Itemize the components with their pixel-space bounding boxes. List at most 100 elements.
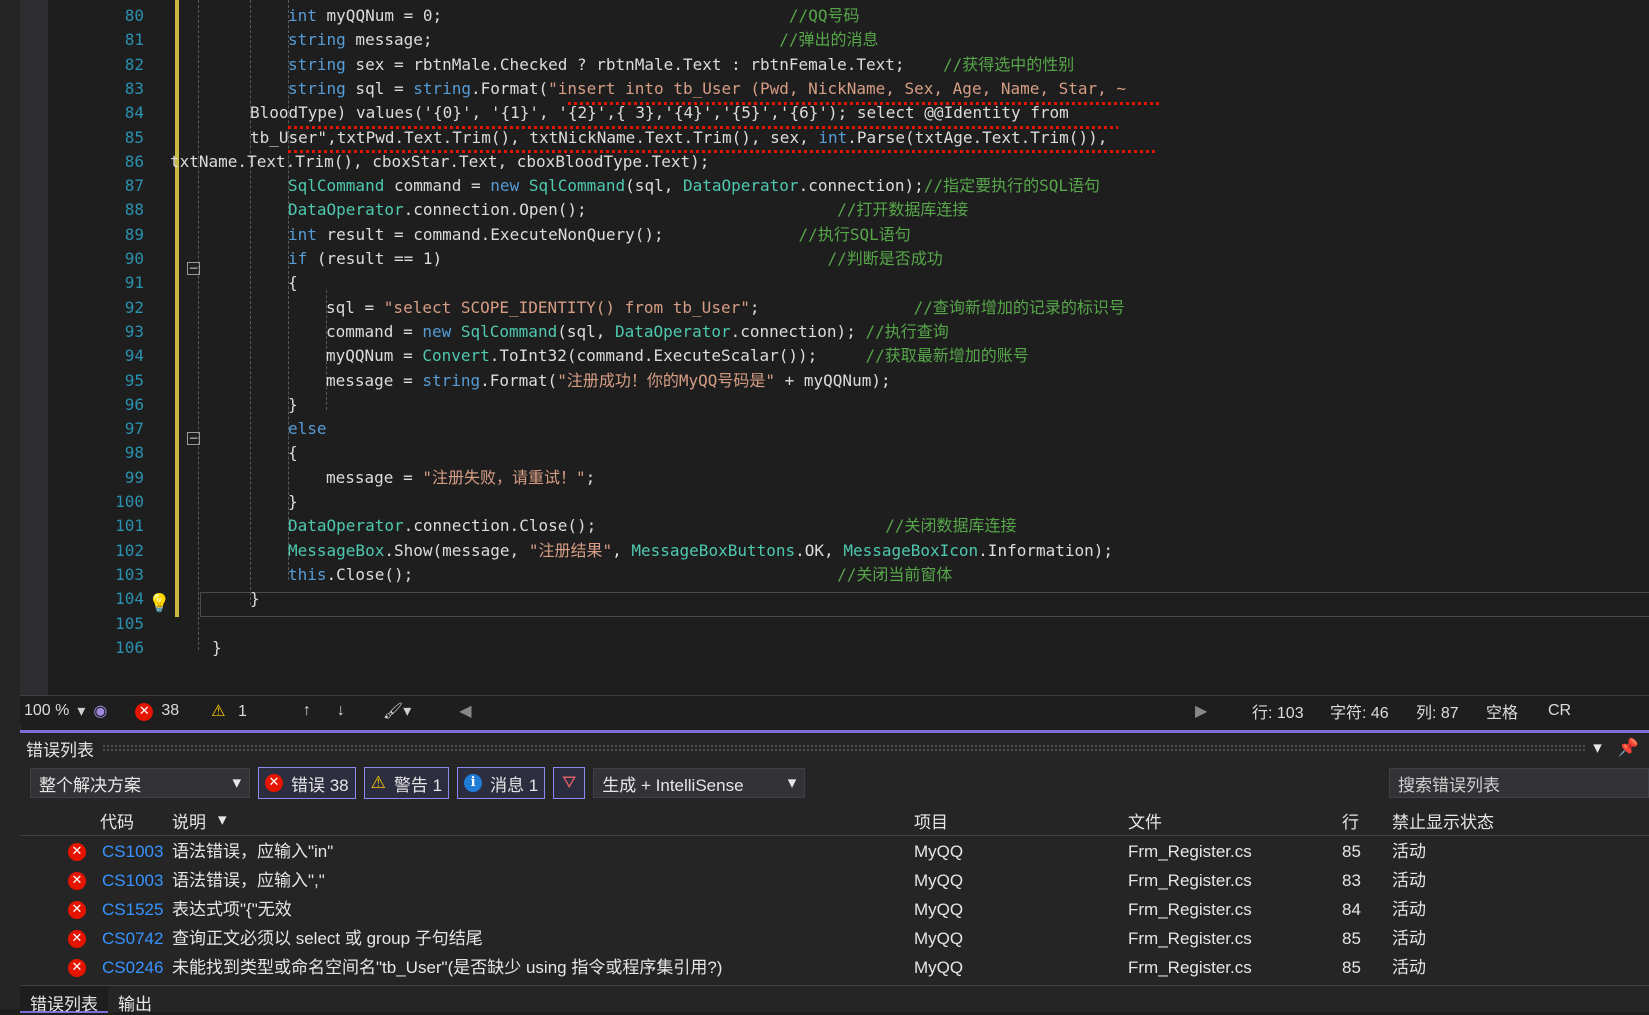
line-number: 103 bbox=[115, 564, 144, 584]
code-line[interactable]: 100} bbox=[20, 489, 1649, 515]
code-line[interactable]: 88 DataOperator.connection.Open(); //打开数据… bbox=[20, 197, 1649, 223]
error-icon: ✕ bbox=[68, 930, 86, 948]
code-text: myQQNum = Convert.ToInt32(command.Execut… bbox=[326, 346, 1029, 366]
line-number: 98 bbox=[124, 443, 144, 463]
code-text: } bbox=[212, 637, 222, 657]
code-line[interactable]: 93 command = new SqlCommand(sql, DataOper… bbox=[20, 319, 1649, 345]
pin-icon[interactable]: 📌 bbox=[1618, 738, 1639, 758]
code-text: int myQQNum = 0; //QQ号码 bbox=[288, 6, 860, 25]
sort-icon[interactable]: ▾ bbox=[218, 810, 227, 830]
line-number: 97 bbox=[124, 419, 144, 439]
line-indicator[interactable]: 行: 103 bbox=[1252, 699, 1304, 723]
table-row[interactable]: ✕ CS1003 语法错误，应输入"," MyQQ Frm_Register.cs 83 活… bbox=[20, 866, 1649, 895]
code-line[interactable]: 87 SqlCommand command = new SqlCommand(sq… bbox=[20, 173, 1649, 199]
zoom-dropdown-icon[interactable]: ▾ bbox=[77, 701, 85, 721]
table-row[interactable]: ✕ CS0246 未能找到类型或命名空间名"tb_User"(是否缺少 using … bbox=[20, 953, 1649, 982]
code-line[interactable]: 96} bbox=[20, 392, 1649, 418]
scroll-right-icon[interactable]: ▶ bbox=[1195, 701, 1207, 721]
col-project[interactable]: 项目 bbox=[914, 808, 948, 833]
cell-code[interactable]: CS1003 bbox=[102, 837, 163, 866]
cell-desc: 查询正文必须以 select 或 group 子句结尾 bbox=[172, 929, 483, 948]
search-input[interactable]: 搜索错误列表 bbox=[1389, 768, 1649, 798]
code-line[interactable]: 102 MessageBox.Show(message, "注册结果", Mess… bbox=[20, 538, 1649, 564]
info-icon: i bbox=[464, 774, 483, 792]
cell-code[interactable]: CS0742 bbox=[102, 924, 163, 953]
brush-icon[interactable]: 🖌▾ bbox=[383, 701, 411, 721]
cell-line: 83 bbox=[1342, 871, 1361, 890]
up-arrow-icon[interactable]: ↑ bbox=[303, 702, 311, 720]
cell-code[interactable]: CS0246 bbox=[102, 953, 163, 982]
col-file[interactable]: 文件 bbox=[1128, 808, 1162, 833]
line-number: 91 bbox=[124, 273, 144, 293]
code-line[interactable]: 99 message = "注册失败，请重试！"; bbox=[20, 465, 1649, 491]
code-line[interactable]: 105 bbox=[20, 611, 1649, 637]
panel-menu-icon[interactable]: ▾ bbox=[1593, 738, 1602, 758]
code-line[interactable]: 92 sql = "select SCOPE_IDENTITY() from tb… bbox=[20, 295, 1649, 321]
filter-icon[interactable]: ⛛ bbox=[553, 767, 586, 799]
code-line[interactable]: 83 string sql = string.Format("insert int… bbox=[20, 76, 1649, 102]
line-number: 92 bbox=[124, 297, 144, 317]
code-line[interactable]: 82 string sex = rbtnMale.Checked ? rbtnMa… bbox=[20, 52, 1649, 78]
col-indicator[interactable]: 列: 87 bbox=[1416, 699, 1459, 723]
code-text: sql = "select SCOPE_IDENTITY() from tb_U… bbox=[326, 297, 1125, 317]
code-text: command = new SqlCommand(sql, DataOperat… bbox=[326, 321, 949, 341]
code-text: } bbox=[288, 492, 298, 511]
line-ending-indicator[interactable]: CR bbox=[1548, 702, 1571, 720]
code-line[interactable]: 98 { bbox=[20, 440, 1649, 466]
line-number: 93 bbox=[124, 321, 144, 341]
line-number: 81 bbox=[124, 30, 144, 50]
error-count[interactable]: ✕ 38 bbox=[135, 702, 187, 721]
editor-status-bar: 100 % ▾ ◉ ✕ 38 ⚠ 1 ↑ ↓ 🖌▾ ◀ ▶ 行: 103 字符: … bbox=[20, 695, 1649, 726]
code-line[interactable]: 101 DataOperator.connection.Close(); //关闭… bbox=[20, 513, 1649, 539]
line-number: 99 bbox=[124, 467, 144, 487]
cell-code[interactable]: CS1003 bbox=[102, 866, 163, 895]
line-number: 94 bbox=[124, 346, 144, 366]
code-line[interactable]: 89 int result = command.ExecuteNonQuery()… bbox=[20, 222, 1649, 248]
code-line[interactable]: 106} bbox=[20, 635, 1649, 661]
build-source-dropdown[interactable]: 生成 + IntelliSense ▾ bbox=[593, 768, 806, 798]
messages-filter-button[interactable]: i 消息 1 bbox=[457, 767, 546, 799]
code-editor[interactable]: − − 💡 80 int myQQNum = 0; //QQ号码 81 string … bbox=[20, 0, 1649, 695]
cell-file: Frm_Register.cs bbox=[1128, 900, 1252, 919]
health-icon[interactable]: ◉ bbox=[93, 701, 107, 721]
code-line[interactable]: 104} bbox=[20, 586, 1649, 612]
line-number: 88 bbox=[124, 200, 144, 220]
cell-desc: 语法错误，应输入"in" bbox=[172, 842, 334, 861]
line-number: 84 bbox=[124, 103, 144, 123]
drag-handle[interactable] bbox=[102, 744, 1586, 752]
code-line[interactable]: 97 else bbox=[20, 416, 1649, 442]
zoom-level[interactable]: 100 % bbox=[24, 702, 69, 720]
line-number: 105 bbox=[115, 613, 144, 633]
code-text: SqlCommand command = new SqlCommand(sql,… bbox=[288, 176, 1100, 196]
code-line[interactable]: 90 if (result == 1) //判断是否成功 bbox=[20, 246, 1649, 272]
cell-desc: 表达式项"{"无效 bbox=[172, 900, 292, 919]
code-line[interactable]: 95 message = string.Format("注册成功！你的MyQQ号码… bbox=[20, 368, 1649, 394]
col-line[interactable]: 行 bbox=[1342, 808, 1359, 833]
code-line[interactable]: 81 string message; //弹出的消息 bbox=[20, 27, 1649, 53]
scroll-left-icon[interactable]: ◀ bbox=[459, 701, 471, 721]
cell-file: Frm_Register.cs bbox=[1128, 929, 1252, 948]
col-suppress[interactable]: 禁止显示状态 bbox=[1392, 808, 1494, 833]
code-line[interactable]: 94 myQQNum = Convert.ToInt32(command.Exec… bbox=[20, 343, 1649, 369]
cell-line: 85 bbox=[1342, 929, 1361, 948]
code-text: string sex = rbtnMale.Checked ? rbtnMale… bbox=[288, 54, 1075, 74]
warning-count[interactable]: ⚠ 1 bbox=[211, 701, 255, 721]
scope-dropdown[interactable]: 整个解决方案 ▾ bbox=[30, 768, 250, 798]
table-row[interactable]: ✕ CS0742 查询正文必须以 select 或 group 子句结尾 MyQQ Fr… bbox=[20, 924, 1649, 953]
whitespace-indicator[interactable]: 空格 bbox=[1486, 699, 1518, 723]
down-arrow-icon[interactable]: ↓ bbox=[337, 702, 345, 720]
cell-code[interactable]: CS1525 bbox=[102, 895, 163, 924]
col-code[interactable]: 代码 bbox=[100, 808, 134, 833]
char-indicator[interactable]: 字符: 46 bbox=[1330, 699, 1389, 723]
cell-project: MyQQ bbox=[914, 958, 964, 977]
table-row[interactable]: ✕ CS1003 语法错误，应输入"in" MyQQ Frm_Register.cs 85… bbox=[20, 837, 1649, 866]
warning-icon: ⚠ bbox=[370, 773, 386, 792]
code-line[interactable]: 80 int myQQNum = 0; //QQ号码 bbox=[20, 3, 1649, 29]
table-row[interactable]: ✕ CS1525 表达式项"{"无效 MyQQ Frm_Register.cs 84 活动 bbox=[20, 895, 1649, 924]
code-line[interactable]: 103 this.Close(); //关闭当前窗体 bbox=[20, 562, 1649, 588]
code-text: message = string.Format("注册成功！你的MyQQ号码是"… bbox=[326, 370, 891, 390]
warnings-filter-button[interactable]: ⚠ 警告 1 bbox=[363, 767, 450, 799]
errors-filter-button[interactable]: ✕ 错误 38 bbox=[258, 767, 356, 799]
col-desc[interactable]: 说明 bbox=[172, 808, 206, 833]
code-line[interactable]: 91 { bbox=[20, 270, 1649, 296]
